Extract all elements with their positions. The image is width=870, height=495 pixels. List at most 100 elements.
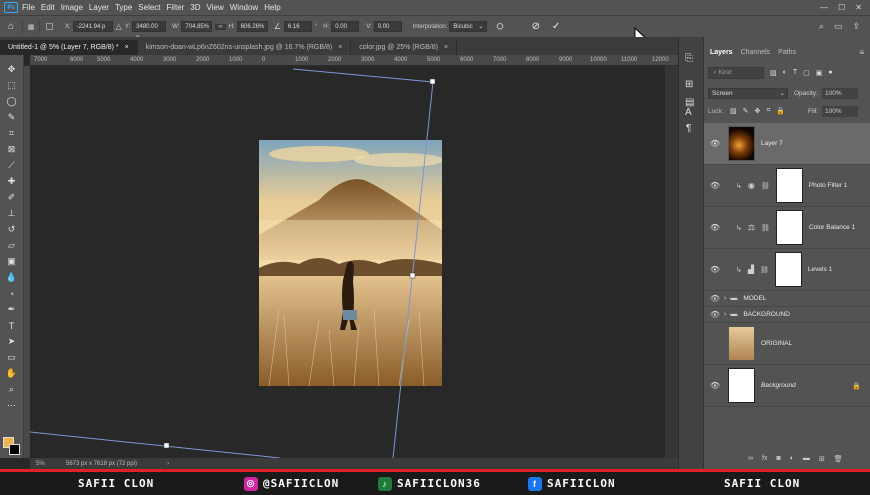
minimize-icon[interactable]: — [820, 3, 828, 12]
filter-shape-icon[interactable]: ▢ [803, 69, 810, 77]
search-icon[interactable]: ⌕ [819, 21, 824, 32]
rectangle-tool-icon[interactable]: ▭ [4, 351, 19, 364]
transform-bounding-box[interactable] [30, 66, 665, 458]
type-tool-icon[interactable]: T [4, 319, 19, 332]
layer-mask-thumbnail[interactable] [774, 252, 802, 287]
height-field[interactable]: 606.26% [236, 21, 268, 32]
link-layers-icon[interactable]: ∞ [748, 455, 753, 463]
new-layer-icon[interactable]: ⊞ [819, 455, 825, 463]
gradient-tool-icon[interactable]: ▣ [4, 255, 19, 268]
visibility-eye-icon[interactable]: 👁 [708, 310, 722, 319]
tab-paths[interactable]: Paths [778, 49, 796, 56]
marquee-tool-icon[interactable]: ⬚ [4, 79, 19, 92]
delete-layer-icon[interactable]: 🗑 [834, 455, 843, 463]
frame-tool-icon[interactable]: ⊠ [4, 143, 19, 156]
menu-image[interactable]: Image [61, 3, 83, 12]
paragraph-panel-icon[interactable]: ¶ [686, 123, 691, 134]
filter-adjustment-icon[interactable]: ◐ [783, 69, 787, 77]
delta-icon[interactable]: △ [116, 22, 122, 31]
workspace-icon[interactable]: ▭ [834, 21, 843, 32]
menu-view[interactable]: View [207, 3, 224, 12]
v-skew-field[interactable]: 0.00 [373, 21, 402, 32]
close-icon[interactable]: ✕ [855, 3, 862, 12]
menu-layer[interactable]: Layer [89, 3, 109, 12]
share-icon[interactable]: ⇪ [852, 21, 860, 32]
h-skew-field[interactable]: 0.00 [331, 21, 360, 32]
transform-handle[interactable] [409, 272, 416, 279]
adjustments-panel-icon[interactable]: ⊞ [685, 79, 693, 90]
visibility-eye-icon[interactable]: 👁 [708, 294, 722, 303]
new-adjustment-icon[interactable]: ◐ [790, 455, 794, 463]
visibility-eye-icon[interactable]: 👁 [708, 139, 722, 148]
tab-color[interactable]: color.jpg @ 25% (RGB/8) × [351, 40, 458, 55]
hand-tool-icon[interactable]: ✋ [4, 367, 19, 380]
lock-position-icon[interactable]: ✥ [755, 107, 761, 115]
lock-artboard-icon[interactable]: ⌗ [766, 107, 770, 115]
path-selection-tool-icon[interactable]: ➤ [4, 335, 19, 348]
quick-select-tool-icon[interactable]: ✎ [4, 111, 19, 124]
fill-field[interactable]: 100% [822, 106, 858, 117]
layer-row-layer-7[interactable]: 👁 Layer 7 [704, 123, 870, 165]
link-icon[interactable]: ∞ [215, 23, 226, 30]
healing-brush-tool-icon[interactable]: ✚ [4, 175, 19, 188]
panel-menu-icon[interactable]: ≡ [859, 48, 864, 57]
blur-tool-icon[interactable]: 💧 [4, 271, 19, 284]
eraser-tool-icon[interactable]: ▱ [4, 239, 19, 252]
add-mask-icon[interactable]: ◙ [776, 455, 780, 463]
layer-row-color-balance-1[interactable]: 👁 ↳ ⚖ ⛓ Color Balance 1 [704, 207, 870, 249]
filter-smart-object-icon[interactable]: ▣ [816, 69, 823, 77]
layer-filter-kind[interactable]: ⌕ Kind [708, 67, 764, 79]
expand-chevron-icon[interactable]: › [724, 295, 726, 302]
home-icon[interactable]: ⌂ [0, 21, 22, 32]
menu-filter[interactable]: Filter [167, 3, 185, 12]
layer-row-photo-filter-1[interactable]: 👁 ↳ ◉ ⛓ Photo Filter 1 [704, 165, 870, 207]
width-field[interactable]: 704.85% [181, 21, 213, 32]
layer-mask-thumbnail[interactable] [775, 168, 803, 203]
layer-group-model[interactable]: 👁 › ▬ MODEL [704, 291, 870, 307]
menu-help[interactable]: Help [264, 3, 280, 12]
visibility-eye-icon[interactable]: 👁 [708, 181, 722, 190]
history-panel-icon[interactable]: ⎘ [685, 53, 693, 64]
visibility-eye-icon[interactable]: 👁 [708, 223, 722, 232]
layer-row-background[interactable]: 👁 Background 🔒 [704, 365, 870, 407]
character-panel-icon[interactable]: A [685, 107, 692, 118]
close-tab-icon[interactable]: × [444, 40, 448, 55]
layer-mask-thumbnail[interactable] [775, 210, 803, 245]
lock-image-icon[interactable]: ✎ [743, 107, 749, 115]
transform-handle[interactable] [429, 78, 436, 85]
commit-transform-icon[interactable]: ✓ [552, 21, 560, 32]
layer-row-original[interactable]: 👁 ORIGINAL [704, 323, 870, 365]
zoom-level[interactable]: 5% [36, 461, 60, 467]
tab-channels[interactable]: Channels [741, 49, 771, 56]
close-tab-icon[interactable]: × [338, 40, 342, 55]
zoom-tool-icon[interactable]: ⌕ [4, 383, 19, 396]
filter-pixel-icon[interactable]: ▨ [770, 69, 777, 77]
tab-untitled-1[interactable]: Untitled-1 @ 5% (Layer 7, RGB/8) * × [0, 40, 138, 55]
new-group-icon[interactable]: ▬ [803, 455, 810, 463]
blend-mode-select[interactable]: Screen ⌄ [708, 88, 788, 99]
tab-kimson-doan[interactable]: kimson-doan-wLp6nZ602ns-unsplash.jpg @ 1… [137, 40, 352, 55]
menu-file[interactable]: File [22, 3, 35, 12]
visibility-toggle-empty[interactable]: 👁 [708, 339, 722, 348]
reference-point-icon[interactable]: ▦ [22, 20, 40, 33]
close-tab-icon[interactable]: × [125, 40, 129, 55]
move-tool-icon[interactable]: ✥ [4, 63, 19, 76]
filter-toggle-icon[interactable]: ● [828, 69, 832, 77]
menu-window[interactable]: Window [230, 3, 258, 12]
menu-edit[interactable]: Edit [41, 3, 55, 12]
crop-tool-icon[interactable]: ⌗ [4, 127, 19, 140]
menu-type[interactable]: Type [115, 3, 132, 12]
interpolation-select[interactable]: Bicubic ⌄ [449, 21, 488, 32]
opacity-field[interactable]: 100% [822, 88, 858, 99]
vertical-scrollbar[interactable] [665, 66, 678, 458]
tab-layers[interactable]: Layers [710, 49, 733, 56]
visibility-eye-icon[interactable]: 👁 [708, 381, 722, 390]
status-arrow-icon[interactable]: › [167, 461, 169, 467]
dodge-tool-icon[interactable]: ◔ [4, 287, 19, 300]
pen-tool-icon[interactable]: ✒ [4, 303, 19, 316]
brush-tool-icon[interactable]: ✐ [4, 191, 19, 204]
angle-field[interactable]: 6.16 [283, 21, 312, 32]
layer-style-icon[interactable]: fx [762, 455, 767, 463]
x-position-field[interactable]: -2241.94 p [72, 21, 113, 32]
lasso-tool-icon[interactable]: ◯ [4, 95, 19, 108]
